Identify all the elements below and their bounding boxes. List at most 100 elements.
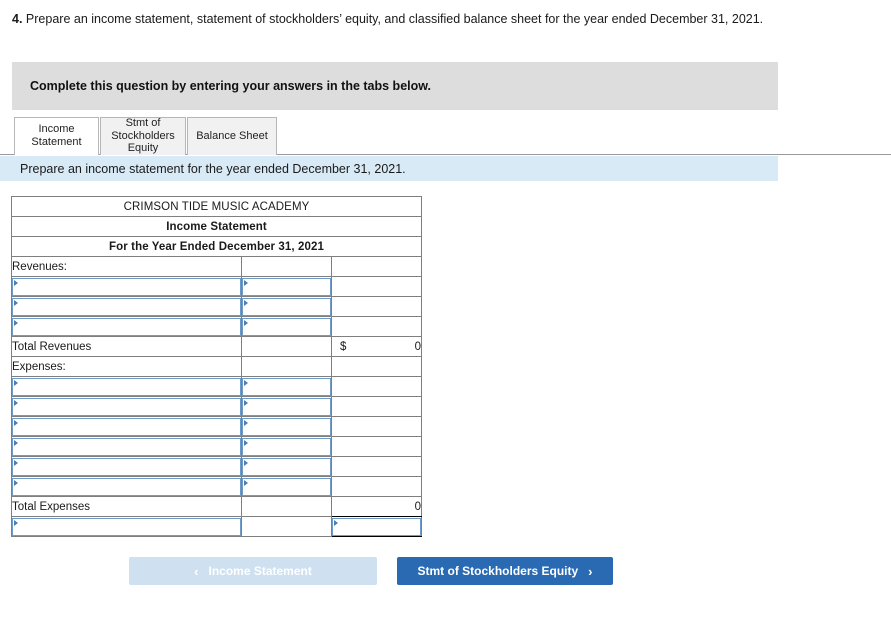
expense-amount-cell[interactable] <box>242 417 332 437</box>
income-statement-worksheet: CRIMSON TIDE MUSIC ACADEMY Income Statem… <box>11 196 422 537</box>
chevron-left-icon: ‹ <box>194 565 198 578</box>
expense-amount-cell[interactable] <box>242 397 332 417</box>
revenue-amount-input-3[interactable] <box>242 318 331 336</box>
instruction-panel: Complete this question by entering your … <box>12 62 778 110</box>
net-income-row <box>12 517 422 537</box>
sub-instruction-bar: Prepare an income statement for the year… <box>0 156 778 181</box>
expense-account-cell[interactable] <box>12 377 242 397</box>
revenue-amount-input-1[interactable] <box>242 278 331 296</box>
expense-account-cell[interactable] <box>12 417 242 437</box>
expense-account-input-6[interactable] <box>12 478 241 496</box>
revenue-account-cell[interactable] <box>12 317 242 337</box>
worksheet-period: For the Year Ended December 31, 2021 <box>12 237 422 257</box>
expense-account-cell[interactable] <box>12 477 242 497</box>
table-row <box>12 437 422 457</box>
question-text: Prepare an income statement, statement o… <box>26 12 763 26</box>
total-revenues-value: 0 <box>415 341 421 353</box>
expense-amount-input-2[interactable] <box>242 398 331 416</box>
empty-cell <box>332 317 422 337</box>
expense-amount-input-5[interactable] <box>242 458 331 476</box>
tab-balance-sheet[interactable]: Balance Sheet <box>187 117 277 155</box>
expenses-section-label: Expenses: <box>12 357 242 377</box>
revenue-account-input-2[interactable] <box>12 298 241 316</box>
empty-cell <box>242 257 332 277</box>
empty-cell <box>332 397 422 417</box>
table-row <box>12 277 422 297</box>
worksheet-navigation: ‹ Income Statement Stmt of Stockholders … <box>0 557 891 587</box>
revenue-account-input-1[interactable] <box>12 278 241 296</box>
net-income-label-input[interactable] <box>12 518 241 536</box>
empty-cell <box>332 457 422 477</box>
expense-account-cell[interactable] <box>12 457 242 477</box>
expense-amount-cell[interactable] <box>242 457 332 477</box>
empty-cell <box>242 497 332 517</box>
expense-account-input-1[interactable] <box>12 378 241 396</box>
empty-cell <box>332 257 422 277</box>
revenue-account-cell[interactable] <box>12 277 242 297</box>
tab-balance-sheet-label: Balance Sheet <box>196 130 268 143</box>
empty-cell <box>332 297 422 317</box>
sub-instruction-text: Prepare an income statement for the year… <box>20 162 406 176</box>
currency-symbol: $ <box>340 341 346 353</box>
expense-amount-cell[interactable] <box>242 377 332 397</box>
table-row <box>12 397 422 417</box>
worksheet-statement-title: Income Statement <box>12 217 422 237</box>
revenue-amount-cell[interactable] <box>242 277 332 297</box>
prev-tab-button-label: Income Statement <box>208 564 311 578</box>
table-row <box>12 297 422 317</box>
expense-amount-input-6[interactable] <box>242 478 331 496</box>
empty-cell <box>332 377 422 397</box>
expense-account-cell[interactable] <box>12 397 242 417</box>
table-row <box>12 477 422 497</box>
net-income-amount-cell[interactable] <box>332 517 422 537</box>
total-expenses-value: 0 <box>332 497 422 517</box>
revenue-amount-cell[interactable] <box>242 297 332 317</box>
tab-income-statement[interactable]: Income Statement <box>14 117 99 155</box>
tab-strip: Income Statement Stmt of Stockholders Eq… <box>14 117 278 155</box>
tab-income-statement-label: Income Statement <box>31 123 81 148</box>
revenue-amount-cell[interactable] <box>242 317 332 337</box>
table-row: Revenues: <box>12 257 422 277</box>
tab-stmt-of-stockholders-equity[interactable]: Stmt of Stockholders Equity <box>100 117 186 155</box>
expense-amount-input-3[interactable] <box>242 418 331 436</box>
expense-account-input-2[interactable] <box>12 398 241 416</box>
total-revenues-value-cell: $0 <box>332 337 422 357</box>
net-income-label-cell[interactable] <box>12 517 242 537</box>
empty-cell <box>332 477 422 497</box>
tab-stmt-of-stockholders-equity-label: Stmt of Stockholders Equity <box>111 117 175 155</box>
chevron-right-icon: › <box>588 565 592 578</box>
expense-account-input-3[interactable] <box>12 418 241 436</box>
expense-amount-cell[interactable] <box>242 437 332 457</box>
expense-account-input-5[interactable] <box>12 458 241 476</box>
total-revenues-label: Total Revenues <box>12 337 242 357</box>
empty-cell <box>332 417 422 437</box>
revenues-section-label: Revenues: <box>12 257 242 277</box>
worksheet-header-row: CRIMSON TIDE MUSIC ACADEMY <box>12 197 422 217</box>
expense-amount-cell[interactable] <box>242 477 332 497</box>
empty-cell <box>242 517 332 537</box>
revenue-account-cell[interactable] <box>12 297 242 317</box>
net-income-amount-input[interactable] <box>332 518 421 536</box>
expense-amount-input-4[interactable] <box>242 438 331 456</box>
table-row <box>12 317 422 337</box>
table-row <box>12 457 422 477</box>
empty-cell <box>332 357 422 377</box>
expense-account-input-4[interactable] <box>12 438 241 456</box>
empty-cell <box>332 437 422 457</box>
worksheet-header-row: Income Statement <box>12 217 422 237</box>
revenue-amount-input-2[interactable] <box>242 298 331 316</box>
question-number: 4. <box>12 12 22 26</box>
worksheet-company-name: CRIMSON TIDE MUSIC ACADEMY <box>12 197 422 217</box>
next-tab-button-label: Stmt of Stockholders Equity <box>417 564 578 578</box>
revenue-account-input-3[interactable] <box>12 318 241 336</box>
total-expenses-label: Total Expenses <box>12 497 242 517</box>
next-tab-button[interactable]: Stmt of Stockholders Equity › <box>397 557 613 585</box>
table-row: Expenses: <box>12 357 422 377</box>
empty-cell <box>242 337 332 357</box>
expense-amount-input-1[interactable] <box>242 378 331 396</box>
expense-account-cell[interactable] <box>12 437 242 457</box>
table-row <box>12 377 422 397</box>
worksheet-header-row: For the Year Ended December 31, 2021 <box>12 237 422 257</box>
empty-cell <box>242 357 332 377</box>
prev-tab-button[interactable]: ‹ Income Statement <box>129 557 377 585</box>
